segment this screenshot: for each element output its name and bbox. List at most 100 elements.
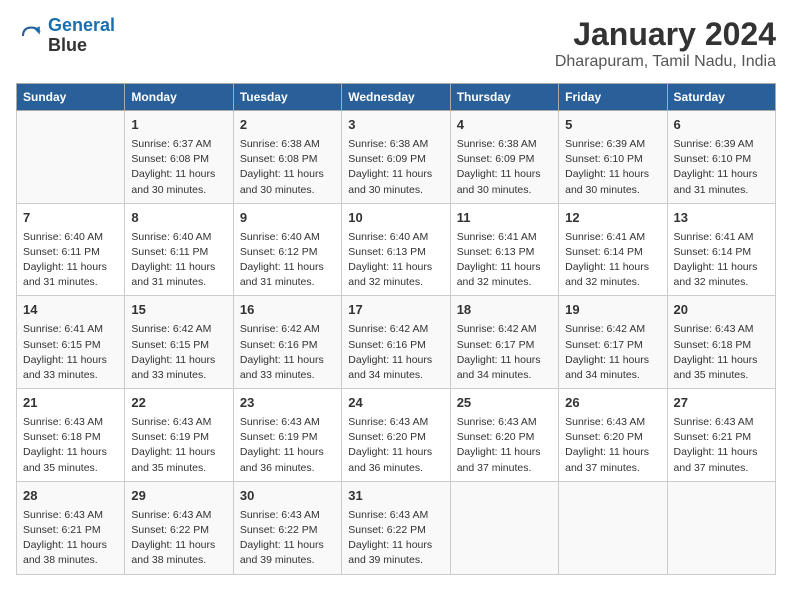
cell-content: Sunrise: 6:39 AMSunset: 6:10 PMDaylight:… [674,137,769,198]
day-number: 9 [240,209,335,228]
cell-content: Sunrise: 6:43 AMSunset: 6:18 PMDaylight:… [23,415,118,476]
calendar-day-header: Tuesday [233,84,341,111]
cell-content: Sunrise: 6:43 AMSunset: 6:22 PMDaylight:… [131,508,226,569]
day-number: 23 [240,394,335,413]
calendar-day-header: Wednesday [342,84,450,111]
cell-content: Sunrise: 6:38 AMSunset: 6:08 PMDaylight:… [240,137,335,198]
calendar-cell: 21 Sunrise: 6:43 AMSunset: 6:18 PMDayligh… [17,389,125,482]
day-number: 26 [565,394,660,413]
calendar-day-header: Monday [125,84,233,111]
cell-content: Sunrise: 6:43 AMSunset: 6:18 PMDaylight:… [674,322,769,383]
calendar-day-header: Friday [559,84,667,111]
day-number: 21 [23,394,118,413]
calendar-cell: 1 Sunrise: 6:37 AMSunset: 6:08 PMDaylight… [125,111,233,204]
logo: General Blue [16,16,115,56]
day-number: 24 [348,394,443,413]
day-number: 11 [457,209,552,228]
calendar-cell: 17 Sunrise: 6:42 AMSunset: 6:16 PMDayligh… [342,296,450,389]
title-block: January 2024 Dharapuram, Tamil Nadu, Ind… [555,16,776,71]
cell-content: Sunrise: 6:43 AMSunset: 6:20 PMDaylight:… [348,415,443,476]
calendar-cell: 9 Sunrise: 6:40 AMSunset: 6:12 PMDaylight… [233,203,341,296]
cell-content: Sunrise: 6:39 AMSunset: 6:10 PMDaylight:… [565,137,660,198]
calendar-cell: 24 Sunrise: 6:43 AMSunset: 6:20 PMDayligh… [342,389,450,482]
day-number: 18 [457,301,552,320]
cell-content: Sunrise: 6:41 AMSunset: 6:14 PMDaylight:… [565,230,660,291]
day-number: 8 [131,209,226,228]
day-number: 20 [674,301,769,320]
day-number: 1 [131,116,226,135]
calendar-cell: 25Sunrise: 6:43 AMSunset: 6:20 PMDayligh… [450,389,558,482]
cell-content: Sunrise: 6:43 AMSunset: 6:22 PMDaylight:… [240,508,335,569]
cell-content: Sunrise: 6:43 AMSunset: 6:21 PMDaylight:… [674,415,769,476]
day-number: 29 [131,487,226,506]
cell-content: Sunrise: 6:43 AMSunset: 6:21 PMDaylight:… [23,508,118,569]
day-number: 17 [348,301,443,320]
day-number: 7 [23,209,118,228]
day-number: 19 [565,301,660,320]
calendar-cell: 13 Sunrise: 6:41 AMSunset: 6:14 PMDayligh… [667,203,775,296]
day-number: 12 [565,209,660,228]
cell-content: Sunrise: 6:42 AMSunset: 6:16 PMDaylight:… [240,322,335,383]
day-number: 13 [674,209,769,228]
cell-content: Sunrise: 6:41 AMSunset: 6:14 PMDaylight:… [674,230,769,291]
calendar-day-header: Thursday [450,84,558,111]
cell-content: Sunrise: 6:42 AMSunset: 6:16 PMDaylight:… [348,322,443,383]
calendar-cell: 29 Sunrise: 6:43 AMSunset: 6:22 PMDayligh… [125,481,233,574]
calendar-cell: 22 Sunrise: 6:43 AMSunset: 6:19 PMDayligh… [125,389,233,482]
cell-content: Sunrise: 6:43 AMSunset: 6:19 PMDaylight:… [131,415,226,476]
calendar-cell: 4 Sunrise: 6:38 AMSunset: 6:09 PMDaylight… [450,111,558,204]
calendar-cell: 15 Sunrise: 6:42 AMSunset: 6:15 PMDayligh… [125,296,233,389]
calendar-week-row: 7 Sunrise: 6:40 AMSunset: 6:11 PMDaylight… [17,203,776,296]
day-number: 31 [348,487,443,506]
calendar-cell: 14Sunrise: 6:41 AMSunset: 6:15 PMDayligh… [17,296,125,389]
cell-content: Sunrise: 6:38 AMSunset: 6:09 PMDaylight:… [348,137,443,198]
calendar-cell: 20 Sunrise: 6:43 AMSunset: 6:18 PMDayligh… [667,296,775,389]
cell-content: Sunrise: 6:40 AMSunset: 6:11 PMDaylight:… [131,230,226,291]
cell-content: Sunrise: 6:40 AMSunset: 6:11 PMDaylight:… [23,230,118,291]
calendar-week-row: 21 Sunrise: 6:43 AMSunset: 6:18 PMDayligh… [17,389,776,482]
cell-content: Sunrise: 6:43 AMSunset: 6:22 PMDaylight:… [348,508,443,569]
calendar-cell: 16 Sunrise: 6:42 AMSunset: 6:16 PMDayligh… [233,296,341,389]
cell-content: Sunrise: 6:41 AMSunset: 6:13 PMDaylight:… [457,230,552,291]
calendar-cell [559,481,667,574]
day-number: 15 [131,301,226,320]
page-subtitle: Dharapuram, Tamil Nadu, India [555,53,776,71]
logo-text: General Blue [48,16,115,56]
page-header: General Blue January 2024 Dharapuram, Ta… [16,16,776,71]
cell-content: Sunrise: 6:43 AMSunset: 6:19 PMDaylight:… [240,415,335,476]
calendar-cell: 5 Sunrise: 6:39 AMSunset: 6:10 PMDaylight… [559,111,667,204]
cell-content: Sunrise: 6:42 AMSunset: 6:15 PMDaylight:… [131,322,226,383]
calendar-cell: 8 Sunrise: 6:40 AMSunset: 6:11 PMDaylight… [125,203,233,296]
calendar-week-row: 14Sunrise: 6:41 AMSunset: 6:15 PMDayligh… [17,296,776,389]
day-number: 5 [565,116,660,135]
calendar-day-header: Sunday [17,84,125,111]
page-title: January 2024 [555,16,776,53]
calendar-cell: 28 Sunrise: 6:43 AMSunset: 6:21 PMDayligh… [17,481,125,574]
calendar-cell [667,481,775,574]
calendar-cell: 30 Sunrise: 6:43 AMSunset: 6:22 PMDayligh… [233,481,341,574]
cell-content: Sunrise: 6:37 AMSunset: 6:08 PMDaylight:… [131,137,226,198]
cell-content: Sunrise: 6:38 AMSunset: 6:09 PMDaylight:… [457,137,552,198]
calendar-cell: 18Sunrise: 6:42 AMSunset: 6:17 PMDayligh… [450,296,558,389]
calendar-cell: 10Sunrise: 6:40 AMSunset: 6:13 PMDayligh… [342,203,450,296]
calendar-cell [450,481,558,574]
day-number: 3 [348,116,443,135]
cell-content: Sunrise: 6:40 AMSunset: 6:13 PMDaylight:… [348,230,443,291]
day-number: 2 [240,116,335,135]
cell-content: Sunrise: 6:41 AMSunset: 6:15 PMDaylight:… [23,322,118,383]
calendar-table: SundayMondayTuesdayWednesdayThursdayFrid… [16,83,776,575]
day-number: 16 [240,301,335,320]
calendar-week-row: 1 Sunrise: 6:37 AMSunset: 6:08 PMDaylight… [17,111,776,204]
cell-content: Sunrise: 6:40 AMSunset: 6:12 PMDaylight:… [240,230,335,291]
calendar-cell: 12 Sunrise: 6:41 AMSunset: 6:14 PMDayligh… [559,203,667,296]
calendar-cell: 3 Sunrise: 6:38 AMSunset: 6:09 PMDaylight… [342,111,450,204]
calendar-cell: 27Sunrise: 6:43 AMSunset: 6:21 PMDayligh… [667,389,775,482]
day-number: 28 [23,487,118,506]
day-number: 4 [457,116,552,135]
calendar-cell: 2 Sunrise: 6:38 AMSunset: 6:08 PMDaylight… [233,111,341,204]
day-number: 6 [674,116,769,135]
day-number: 22 [131,394,226,413]
calendar-cell: 6 Sunrise: 6:39 AMSunset: 6:10 PMDaylight… [667,111,775,204]
day-number: 30 [240,487,335,506]
calendar-header-row: SundayMondayTuesdayWednesdayThursdayFrid… [17,84,776,111]
